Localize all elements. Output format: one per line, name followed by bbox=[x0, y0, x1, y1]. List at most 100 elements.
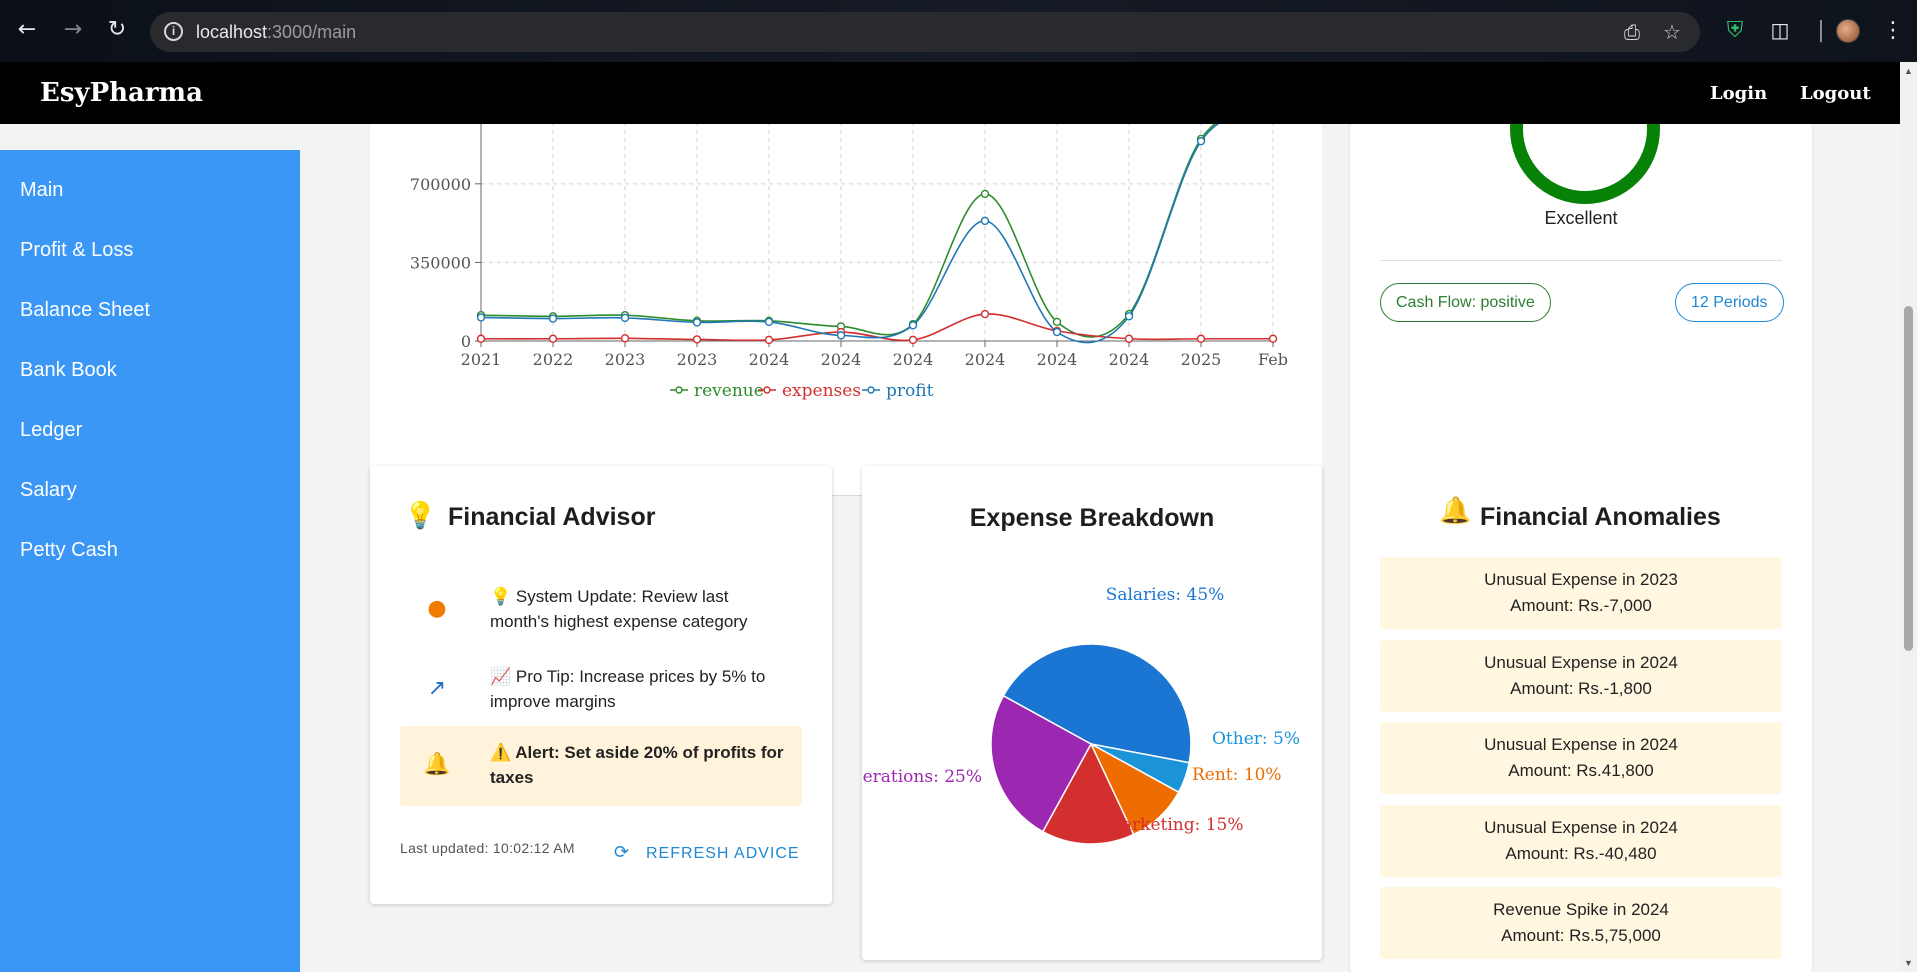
data-point-revenue[interactable] bbox=[1052, 317, 1062, 327]
refresh-icon[interactable]: ⟳ bbox=[614, 842, 629, 863]
financial-advisor-card: 💡 Financial Advisor ● 💡 System Update: R… bbox=[370, 466, 832, 904]
periods-chip: 12 Periods bbox=[1675, 283, 1784, 322]
data-point-profit[interactable] bbox=[908, 321, 918, 330]
data-point-expenses[interactable] bbox=[548, 334, 558, 343]
x-tick-label: 2022 bbox=[533, 350, 574, 369]
last-updated-text: Last updated: 10:02:12 AM bbox=[400, 840, 575, 856]
anomaly-title: Unusual Expense in 2024 bbox=[1484, 653, 1678, 672]
legend-marker bbox=[675, 386, 683, 394]
scroll-down-arrow-icon[interactable]: ▼ bbox=[1903, 958, 1914, 968]
sidebar-item-petty-cash[interactable]: Petty Cash bbox=[20, 539, 118, 562]
data-point-profit[interactable] bbox=[476, 313, 486, 322]
x-tick-label: 2021 bbox=[461, 350, 502, 369]
expense-pie-chart: Salaries: 45% Other: 5% Rent: 10% Marketing… bbox=[862, 585, 1300, 845]
trend-chart-card: 0 350000 700000 2021 2022 2023 2023 2024 2024 202… bbox=[370, 114, 1322, 496]
brand-logo[interactable]: EsyPharma bbox=[40, 78, 203, 108]
back-icon[interactable]: ← bbox=[14, 17, 40, 43]
y-tick-label: 700000 bbox=[410, 175, 471, 194]
profile-avatar[interactable] bbox=[1836, 19, 1860, 43]
refresh-advice-button[interactable]: REFRESH ADVICE bbox=[646, 845, 800, 863]
data-point-expenses[interactable] bbox=[620, 334, 630, 343]
anomaly-title: Unusual Expense in 2024 bbox=[1484, 735, 1678, 754]
x-tick-label: 2025 bbox=[1181, 350, 1222, 369]
y-tick-label: 0 bbox=[461, 332, 471, 351]
address-bar[interactable]: i localhost:3000/main ⎙ ☆ bbox=[150, 12, 1700, 52]
data-point-profit[interactable] bbox=[836, 331, 846, 340]
tip-text: ⚠️ Alert: Set aside 20% of profits for t… bbox=[490, 743, 784, 787]
pie-slice-label: Salaries: 45% bbox=[1106, 585, 1225, 605]
scrollbar-thumb[interactable] bbox=[1904, 306, 1913, 651]
sidebar-item-ledger[interactable]: Ledger bbox=[20, 419, 82, 442]
health-status-label: Excellent bbox=[1544, 208, 1618, 228]
anomaly-title: Revenue Spike in 2024 bbox=[1493, 900, 1669, 919]
x-tick-label: 2024 bbox=[965, 350, 1006, 369]
anomaly-item: Unusual Expense in 2024 Amount: Rs.41,80… bbox=[1380, 722, 1782, 794]
data-point-profit[interactable] bbox=[548, 314, 558, 323]
forward-icon[interactable]: → bbox=[60, 17, 86, 43]
x-tick-label: 2024 bbox=[1037, 350, 1078, 369]
advisor-tip: ● 💡 System Update: Review last month's h… bbox=[400, 570, 802, 650]
toolbar-divider: | bbox=[1817, 18, 1825, 43]
series-line-profit bbox=[481, 124, 1220, 344]
bookmark-star-icon[interactable]: ☆ bbox=[1660, 20, 1684, 44]
data-point-expenses[interactable] bbox=[476, 334, 486, 343]
data-point-profit[interactable] bbox=[1124, 312, 1134, 321]
pie-slice-label: Marketing: 15% bbox=[1104, 815, 1243, 835]
login-link[interactable]: Login bbox=[1710, 83, 1767, 104]
sidebar: Main Profit & Loss Balance Sheet Bank Bo… bbox=[0, 150, 300, 972]
logout-link[interactable]: Logout bbox=[1800, 83, 1871, 104]
pie-slice-label: Operations: 25% bbox=[862, 767, 982, 787]
install-app-icon[interactable]: ⎙ bbox=[1620, 20, 1644, 44]
data-point-profit[interactable] bbox=[980, 216, 990, 226]
data-point-expenses[interactable] bbox=[692, 335, 702, 344]
data-point-expenses[interactable] bbox=[1268, 334, 1278, 343]
tip-text: 💡 System Update: Review last month's hig… bbox=[490, 587, 748, 631]
anomaly-item: Unusual Expense in 2024 Amount: Rs.-1,80… bbox=[1380, 640, 1782, 712]
data-point-expenses[interactable] bbox=[980, 309, 990, 319]
legend-marker bbox=[763, 386, 771, 394]
data-point-profit[interactable] bbox=[1196, 136, 1206, 146]
advisor-tip: ↗ 📈 Pro Tip: Increase prices by 5% to im… bbox=[400, 650, 802, 730]
pie-slice-label: Other: 5% bbox=[1212, 729, 1300, 749]
data-point-revenue[interactable] bbox=[980, 189, 990, 199]
data-point-expenses[interactable] bbox=[1196, 334, 1206, 343]
data-point-profit[interactable] bbox=[764, 317, 774, 327]
anomaly-amount: Amount: Rs.-1,800 bbox=[1510, 679, 1652, 698]
divider bbox=[1380, 260, 1782, 261]
legend-label[interactable]: profit bbox=[886, 381, 934, 401]
shield-extension-icon[interactable]: ⛨ bbox=[1722, 18, 1748, 44]
anomaly-title: Unusual Expense in 2024 bbox=[1484, 818, 1678, 837]
expense-breakdown-card: Expense Breakdown Salaries: 45% Other: 5%… bbox=[862, 466, 1322, 960]
sidebar-item-salary[interactable]: Salary bbox=[20, 479, 77, 502]
alarm-bell-icon: 🔔 bbox=[1439, 496, 1472, 526]
lightbulb-icon: 💡 bbox=[404, 501, 437, 531]
anomaly-amount: Amount: Rs.41,800 bbox=[1508, 761, 1654, 780]
scroll-up-arrow-icon[interactable]: ▲ bbox=[1903, 66, 1914, 76]
site-info-icon[interactable]: i bbox=[164, 22, 183, 41]
legend-label[interactable]: expenses bbox=[782, 381, 861, 401]
sidebar-item-main[interactable]: Main bbox=[20, 179, 63, 202]
sidebar-item-bank-book[interactable]: Bank Book bbox=[20, 359, 117, 382]
x-tick-label: 2023 bbox=[605, 350, 646, 369]
legend-label[interactable]: revenue bbox=[694, 381, 764, 401]
legend-marker bbox=[867, 386, 875, 394]
advisor-title: Financial Advisor bbox=[448, 503, 656, 531]
data-point-expenses[interactable] bbox=[764, 335, 774, 345]
menu-kebab-icon[interactable]: ⋮ bbox=[1880, 18, 1906, 44]
sidebar-item-balance-sheet[interactable]: Balance Sheet bbox=[20, 299, 150, 322]
data-point-expenses[interactable] bbox=[908, 335, 918, 345]
x-tick-label: Feb bbox=[1258, 350, 1288, 369]
data-point-profit[interactable] bbox=[1052, 327, 1062, 337]
browser-toolbar: ← → ↻ i localhost:3000/main ⎙ ☆ ⛨ ◫ | ⋮ bbox=[0, 0, 1917, 62]
url-text[interactable]: localhost:3000/main bbox=[196, 22, 356, 43]
sidebar-item-profit-loss[interactable]: Profit & Loss bbox=[20, 239, 133, 262]
data-point-profit[interactable] bbox=[620, 313, 630, 323]
pie-slice-label: Rent: 10% bbox=[1192, 765, 1282, 785]
reload-icon[interactable]: ↻ bbox=[104, 17, 130, 43]
data-point-profit[interactable] bbox=[692, 318, 702, 327]
data-point-expenses[interactable] bbox=[1124, 334, 1134, 343]
anomaly-amount: Amount: Rs.-40,480 bbox=[1505, 844, 1657, 863]
extensions-puzzle-icon[interactable]: ◫ bbox=[1767, 18, 1793, 44]
anomaly-title: Unusual Expense in 2023 bbox=[1484, 570, 1678, 589]
page-scrollbar[interactable]: ▲ ▼ bbox=[1900, 62, 1917, 972]
